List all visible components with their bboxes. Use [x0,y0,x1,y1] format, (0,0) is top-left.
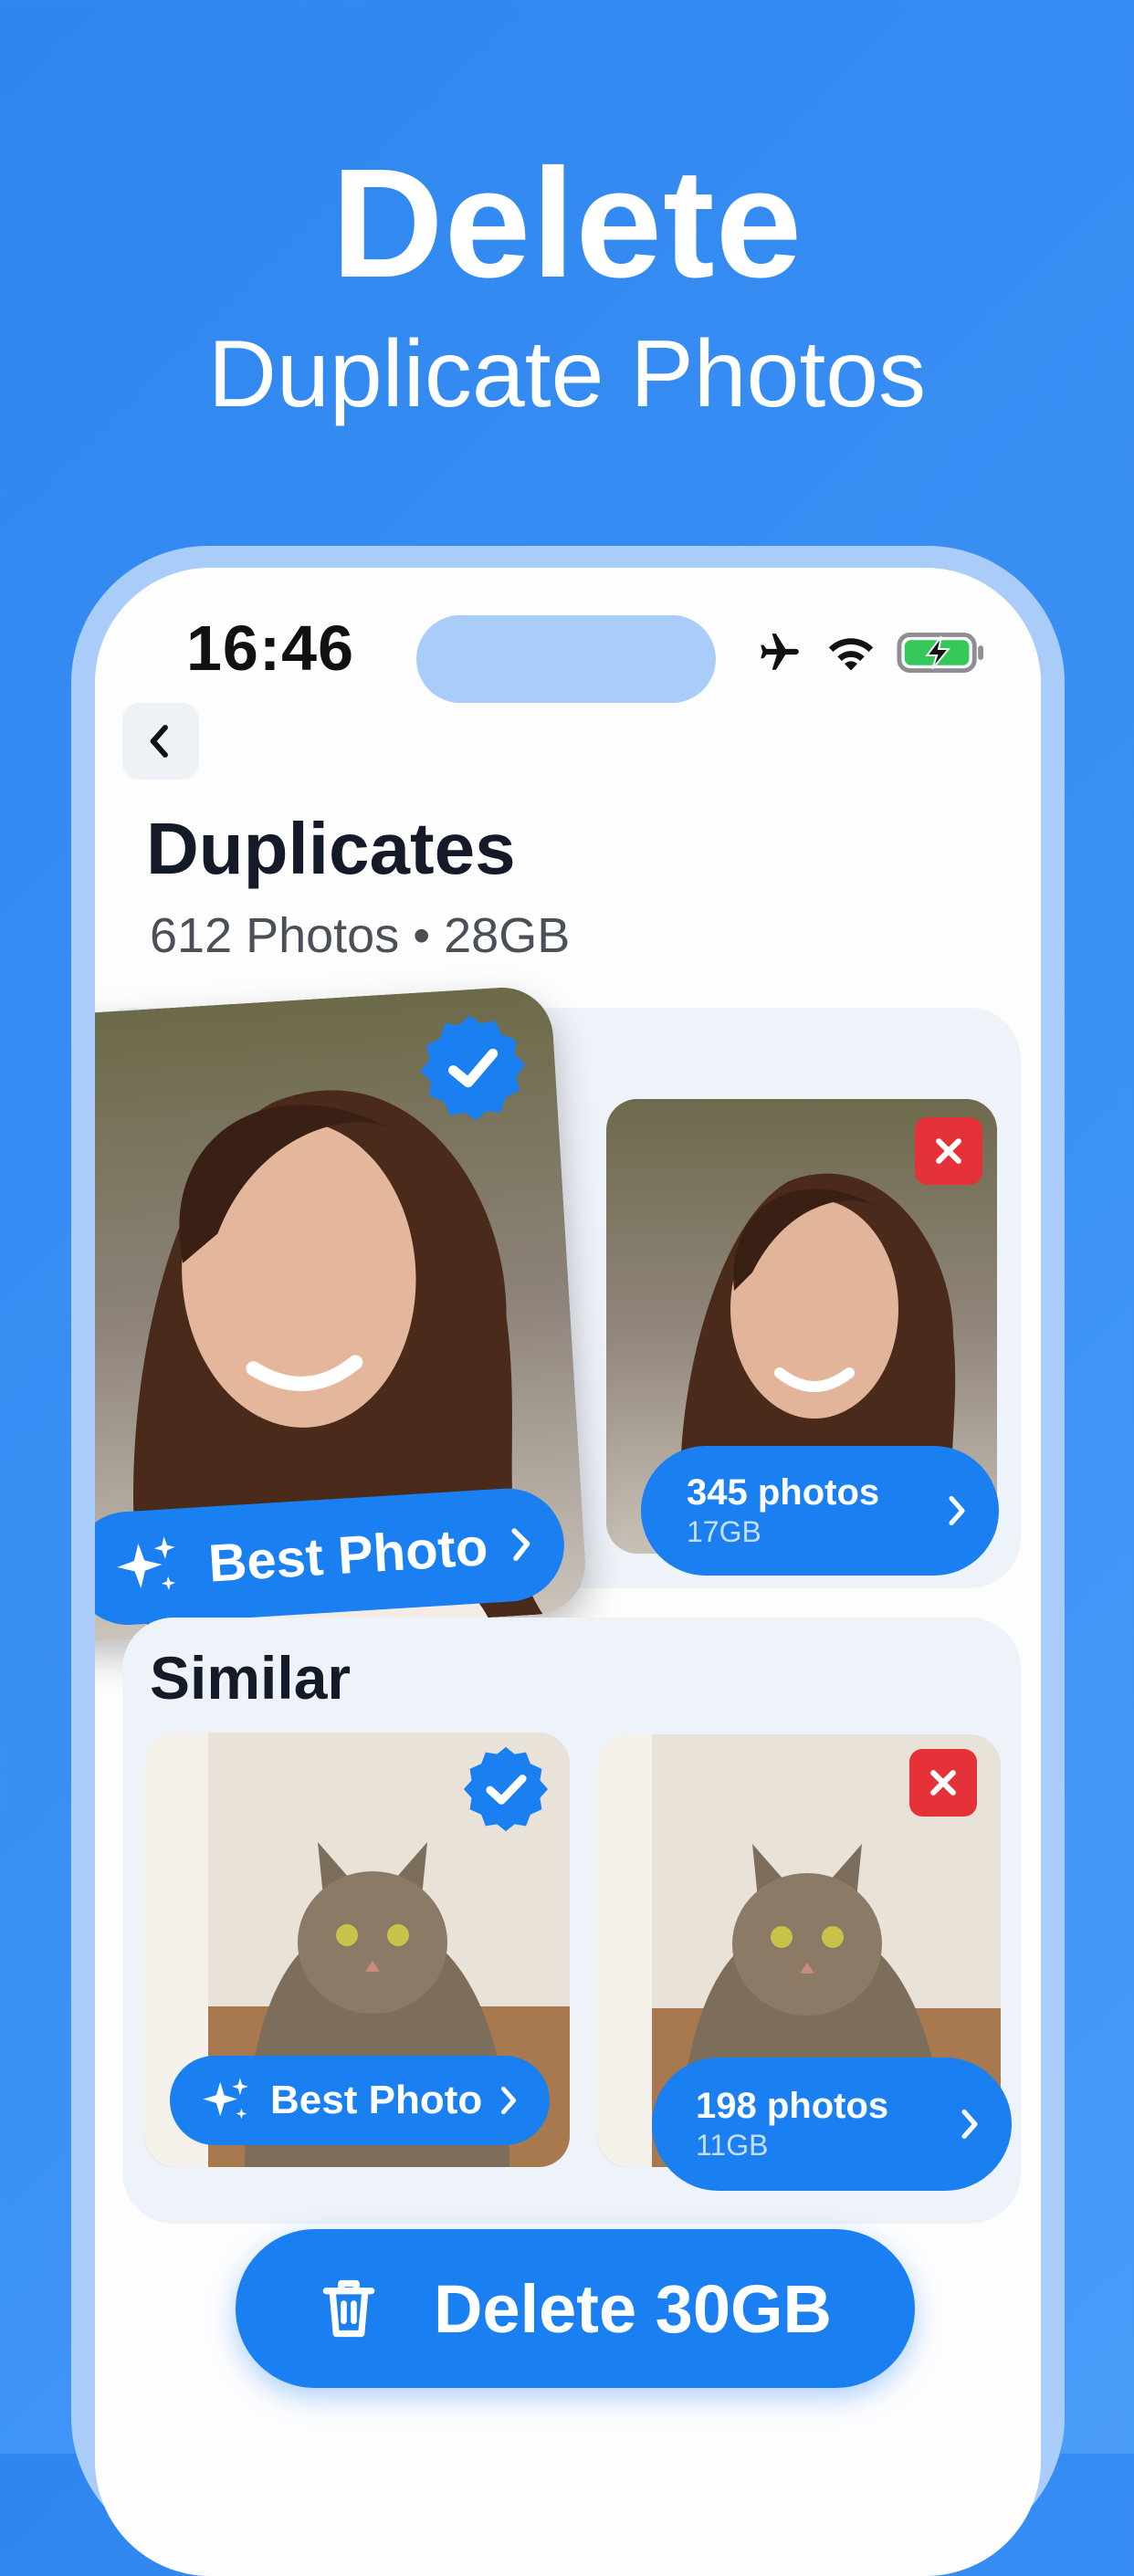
sparkles-icon [117,1536,176,1590]
status-icons [754,621,986,685]
similar-group-button[interactable]: 198 photos 11GB [652,2058,1012,2191]
similar-best-photo-label: Best Photo [270,2078,483,2122]
duplicate-count: 345 photos [687,1472,880,1513]
dynamic-island [416,615,716,703]
hero-title: Delete [331,137,803,310]
delete-mark-badge[interactable] [909,1749,977,1817]
best-photo-card[interactable]: Best Photo [95,984,589,1645]
chevron-right-icon [500,2086,517,2115]
close-icon [930,1770,956,1796]
similar-size: 11GB [696,2129,769,2162]
similar-section-title: Similar [150,1644,352,1712]
page-summary: 612 Photos • 28GB [150,908,571,963]
battery-charging-icon [897,632,984,674]
hero-subtitle: Duplicate Photos [207,321,927,427]
wifi-icon [828,638,874,671]
chevron-left-icon [150,725,168,758]
back-button[interactable] [122,703,199,780]
delete-mark-badge[interactable] [915,1117,982,1185]
airplane-icon [761,634,799,670]
status-time: 16:46 [186,613,355,684]
selected-check-icon [420,1015,526,1121]
selected-check-icon [463,1746,549,1832]
chevron-right-icon [949,1495,965,1526]
chevron-right-icon [511,1528,530,1561]
duplicate-size: 17GB [687,1515,761,1548]
similar-count: 198 photos [696,2086,889,2126]
close-icon [936,1138,961,1164]
trash-icon [322,2279,375,2338]
chevron-right-icon [961,2109,978,2140]
sparkles-icon [203,2078,248,2120]
page-title: Duplicates [146,808,516,889]
delete-button[interactable]: Delete 30GB [236,2229,915,2388]
duplicate-group-button[interactable]: 345 photos 17GB [641,1446,999,1576]
delete-button-label: Delete 30GB [434,2270,832,2347]
best-photo-label: Best Photo [206,1516,489,1594]
similar-best-photo-button[interactable]: Best Photo [170,2056,550,2145]
